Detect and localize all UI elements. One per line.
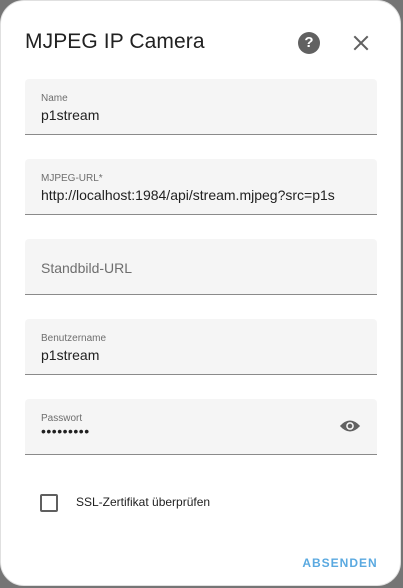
password-field[interactable]: Passwort ••••••••• xyxy=(25,399,377,455)
dialog-title: MJPEG IP Camera xyxy=(25,30,205,53)
username-value: p1stream xyxy=(41,347,100,363)
username-label: Benutzername xyxy=(41,333,107,344)
ssl-verify-label: SSL-Zertifikat überprüfen xyxy=(76,495,211,509)
still-image-url-placeholder: Standbild-URL xyxy=(41,260,133,276)
username-field[interactable]: Benutzername p1stream xyxy=(25,319,377,375)
eye-icon[interactable] xyxy=(339,417,361,435)
still-image-url-field[interactable]: Standbild-URL xyxy=(25,239,377,295)
mjpeg-url-label: MJPEG-URL* xyxy=(41,173,103,184)
name-field[interactable]: Name p1stream xyxy=(25,79,377,135)
name-value: p1stream xyxy=(41,107,100,123)
close-icon[interactable] xyxy=(349,31,373,55)
camera-config-dialog: MJPEG IP Camera ? Name p1stream MJPEG-UR… xyxy=(0,0,401,586)
name-label: Name xyxy=(41,93,68,104)
password-value: ••••••••• xyxy=(41,423,90,439)
mjpeg-url-field[interactable]: MJPEG-URL* http://localhost:1984/api/str… xyxy=(25,159,377,215)
ssl-verify-checkbox[interactable] xyxy=(40,494,58,512)
mjpeg-url-value: http://localhost:1984/api/stream.mjpeg?s… xyxy=(41,187,335,203)
submit-button[interactable]: ABSENDEN xyxy=(297,553,383,573)
help-icon[interactable]: ? xyxy=(298,32,320,54)
